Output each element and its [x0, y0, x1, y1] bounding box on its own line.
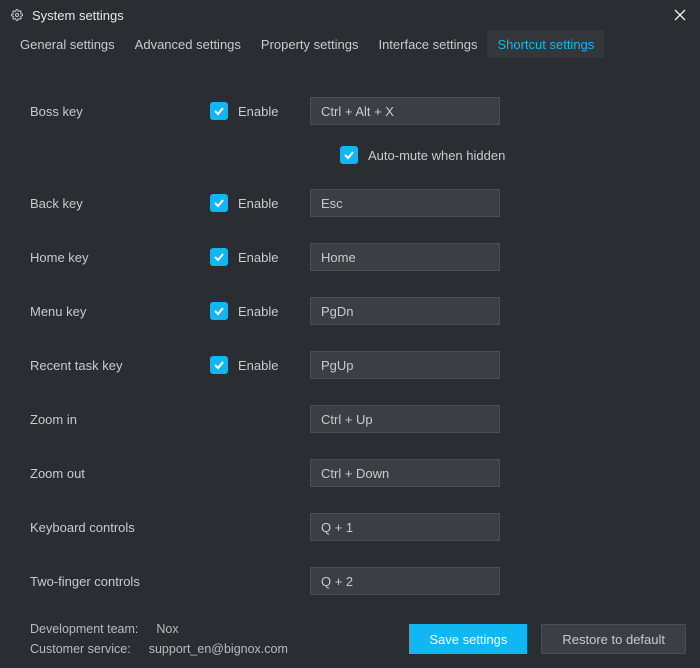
tab-general[interactable]: General settings: [10, 30, 125, 58]
enable-label: Enable: [238, 304, 278, 319]
row-zoom-out: Zoom out: [30, 446, 690, 500]
tab-property[interactable]: Property settings: [251, 30, 369, 58]
row-automute: Auto-mute when hidden: [30, 146, 690, 164]
twofinger-controls-label: Two-finger controls: [30, 574, 310, 589]
home-key-input[interactable]: [310, 243, 500, 271]
tab-interface[interactable]: Interface settings: [368, 30, 487, 58]
row-zoom-in: Zoom in: [30, 392, 690, 446]
footer-info: Development team: Nox Customer service: …: [30, 622, 288, 656]
automute-checkbox[interactable]: [340, 146, 358, 164]
boss-key-enable-checkbox[interactable]: [210, 102, 228, 120]
zoom-out-input[interactable]: [310, 459, 500, 487]
customer-service-label: Customer service:: [30, 642, 131, 656]
titlebar: System settings: [0, 0, 700, 30]
menu-key-enable-checkbox[interactable]: [210, 302, 228, 320]
home-key-enable-checkbox[interactable]: [210, 248, 228, 266]
save-settings-button[interactable]: Save settings: [409, 624, 527, 654]
content-area: Boss key Enable Auto-mute when hidden Ba…: [0, 60, 700, 610]
enable-label: Enable: [238, 104, 278, 119]
twofinger-controls-input[interactable]: [310, 567, 500, 595]
keyboard-controls-input[interactable]: [310, 513, 500, 541]
restore-default-button[interactable]: Restore to default: [541, 624, 686, 654]
row-twofinger-controls: Two-finger controls: [30, 554, 690, 608]
tab-advanced[interactable]: Advanced settings: [125, 30, 251, 58]
row-back-key: Back key Enable: [30, 176, 690, 230]
enable-label: Enable: [238, 196, 278, 211]
tab-shortcut[interactable]: Shortcut settings: [487, 30, 604, 58]
home-key-label: Home key: [30, 250, 210, 265]
menu-key-input[interactable]: [310, 297, 500, 325]
boss-key-label: Boss key: [30, 104, 210, 119]
row-menu-key: Menu key Enable: [30, 284, 690, 338]
recent-task-key-label: Recent task key: [30, 358, 210, 373]
boss-key-input[interactable]: [310, 97, 500, 125]
zoom-in-input[interactable]: [310, 405, 500, 433]
dev-team-label: Development team:: [30, 622, 138, 636]
row-boss-key: Boss key Enable: [30, 84, 690, 138]
row-recent-task-key: Recent task key Enable: [30, 338, 690, 392]
customer-service-value: support_en@bignox.com: [149, 642, 288, 656]
close-icon[interactable]: [670, 5, 690, 25]
gear-icon: [10, 8, 24, 22]
back-key-enable-checkbox[interactable]: [210, 194, 228, 212]
zoom-out-label: Zoom out: [30, 466, 310, 481]
automute-label: Auto-mute when hidden: [368, 148, 505, 163]
footer: Development team: Nox Customer service: …: [0, 610, 700, 668]
enable-label: Enable: [238, 358, 278, 373]
menu-key-label: Menu key: [30, 304, 210, 319]
window-title: System settings: [32, 8, 124, 23]
row-home-key: Home key Enable: [30, 230, 690, 284]
tabs: General settings Advanced settings Prope…: [0, 30, 700, 60]
recent-task-enable-checkbox[interactable]: [210, 356, 228, 374]
back-key-label: Back key: [30, 196, 210, 211]
dev-team-value: Nox: [156, 622, 178, 636]
zoom-in-label: Zoom in: [30, 412, 310, 427]
keyboard-controls-label: Keyboard controls: [30, 520, 310, 535]
back-key-input[interactable]: [310, 189, 500, 217]
enable-label: Enable: [238, 250, 278, 265]
row-keyboard-controls: Keyboard controls: [30, 500, 690, 554]
recent-task-key-input[interactable]: [310, 351, 500, 379]
